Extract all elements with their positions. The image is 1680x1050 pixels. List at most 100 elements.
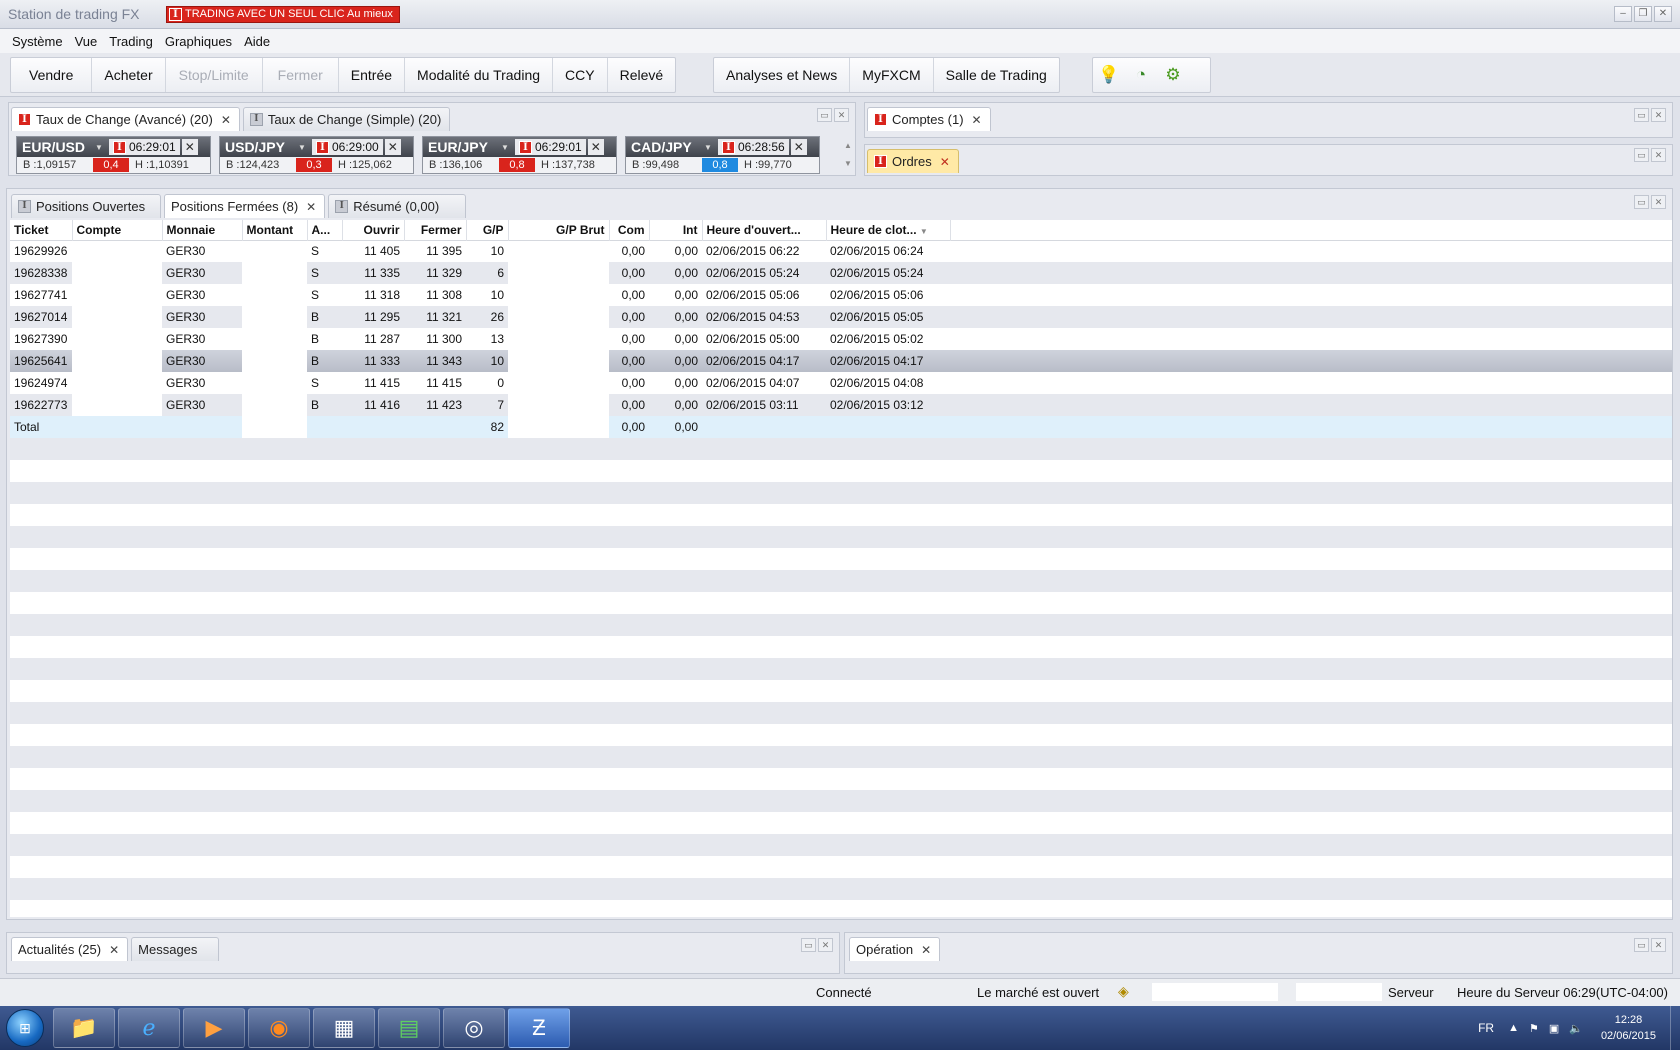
minimize-icon[interactable]: – (1614, 6, 1632, 22)
trading-room-button[interactable]: Salle de Trading (934, 58, 1059, 92)
close-icon[interactable]: ✕ (834, 108, 849, 122)
tray-expand-icon[interactable]: ▲ (1508, 1022, 1519, 1034)
maximize-icon[interactable]: ▭ (1634, 108, 1649, 122)
col-side[interactable]: A... (307, 220, 343, 240)
menu-systeme[interactable]: Système (6, 34, 69, 49)
maximize-icon[interactable]: ▭ (1634, 148, 1649, 162)
col-ticket[interactable]: Ticket (10, 220, 73, 240)
tab-rates-advanced[interactable]: I Taux de Change (Avancé) (20) ✕ (11, 107, 240, 131)
analysis-news-button[interactable]: Analyses et News (714, 58, 851, 92)
col-gp-gross[interactable]: G/P Brut (508, 220, 610, 240)
menu-vue[interactable]: Vue (69, 34, 104, 49)
ticker-eur-jpy[interactable]: EUR/JPY ▼ I 06:29:01 ✕ B :136,106 0,8 H :… (422, 136, 617, 174)
calculator-icon[interactable]: ▦ (313, 1008, 375, 1048)
table-row[interactable]: 19627390 GER30 B 11 287 11 300 13 0,00 0,00 02/0… (10, 328, 1672, 350)
media-player-icon[interactable]: ▶ (183, 1008, 245, 1048)
sell-button[interactable]: Vendre (11, 58, 93, 92)
ticker-eur-usd[interactable]: EUR/USD ▼ I 06:29:01 ✕ B :1,09157 0,4 H :… (16, 136, 211, 174)
spreadsheet-icon[interactable]: ▤ (378, 1008, 440, 1048)
start-button[interactable]: ⊞ (0, 1006, 50, 1050)
tab-news[interactable]: Actualités (25) ✕ (11, 937, 129, 961)
table-row[interactable]: 19627014 GER30 B 11 295 11 321 26 0,00 0,00 02/0… (10, 306, 1672, 328)
maximize-icon[interactable]: ▭ (1634, 938, 1649, 952)
chevron-down-icon[interactable]: ▼ (298, 143, 312, 152)
col-close-time[interactable]: Heure de clot... ▼ (826, 220, 951, 240)
col-open-time[interactable]: Heure d'ouvert... (702, 220, 827, 240)
col-commission[interactable]: Com (609, 220, 650, 240)
ccy-button[interactable]: CCY (553, 58, 608, 92)
maximize-icon[interactable]: ▭ (817, 108, 832, 122)
maximize-icon[interactable]: ▭ (801, 938, 816, 952)
maximize-icon[interactable]: ▭ (1634, 195, 1649, 209)
col-interest[interactable]: Int (649, 220, 703, 240)
tab-orders[interactable]: I Ordres ✕ (867, 149, 959, 173)
close-tab-icon[interactable]: ✕ (972, 113, 982, 127)
col-currency[interactable]: Monnaie (162, 220, 243, 240)
buy-button[interactable]: Acheter (92, 58, 166, 92)
table-row[interactable]: 19622773 GER30 B 11 416 11 423 7 0,00 0,00 02/06… (10, 394, 1672, 416)
menu-trading[interactable]: Trading (103, 34, 159, 49)
table-row[interactable]: 19625641 GER30 B 11 333 11 343 10 0,00 0,00 02/0… (10, 350, 1672, 372)
close-icon[interactable]: ✕ (1651, 195, 1666, 209)
close-icon[interactable]: ✕ (1651, 148, 1666, 162)
close-icon[interactable]: ✕ (1651, 108, 1666, 122)
close-icon[interactable]: ✕ (818, 938, 833, 952)
close-tab-icon[interactable]: ✕ (921, 943, 931, 957)
ticker-cad-jpy[interactable]: CAD/JPY ▼ I 06:28:56 ✕ B :99,498 0,8 H :9… (625, 136, 820, 174)
trading-mode-button[interactable]: Modalité du Trading (405, 58, 554, 92)
table-row[interactable]: 19627741 GER30 S 11 318 11 308 10 0,00 0,00 02/0… (10, 284, 1672, 306)
close-tab-icon[interactable]: ✕ (221, 113, 231, 127)
firefox-icon[interactable]: ◉ (248, 1008, 310, 1048)
internet-explorer-icon[interactable]: ℯ (118, 1008, 180, 1048)
close-icon[interactable]: ✕ (384, 139, 401, 155)
close-icon[interactable]: ✕ (587, 139, 604, 155)
tab-rates-simple[interactable]: I Taux de Change (Simple) (20) (242, 107, 451, 131)
tab-closed-positions[interactable]: Positions Fermées (8) ✕ (164, 194, 326, 218)
one-click-trading-banner[interactable]: I TRADING AVEC UN SEUL CLIC Au mieux (166, 6, 400, 23)
statement-button[interactable]: Relevé (608, 58, 676, 92)
tab-messages[interactable]: Messages (131, 937, 220, 961)
show-desktop-button[interactable] (1670, 1006, 1680, 1050)
col-open[interactable]: Ouvrir (342, 220, 405, 240)
network-icon[interactable]: ▣ (1549, 1022, 1559, 1035)
table-row[interactable]: 19628338 GER30 S 11 335 11 329 6 0,00 0,00 02/06… (10, 262, 1672, 284)
close-icon[interactable]: ✕ (181, 139, 198, 155)
flag-icon[interactable]: ⚑ (1529, 1022, 1539, 1035)
chevron-down-icon[interactable]: ▼ (95, 143, 109, 152)
close-icon[interactable]: ✕ (1651, 938, 1666, 952)
lightbulb-icon[interactable]: 💡 (1093, 58, 1125, 92)
ticker-usd-jpy[interactable]: USD/JPY ▼ I 06:29:00 ✕ B :124,423 0,3 H :… (219, 136, 414, 174)
close-icon[interactable]: ✕ (1654, 6, 1672, 22)
table-row[interactable]: 19629926 GER30 S 11 405 11 395 10 0,00 0,00 02/0… (10, 240, 1672, 262)
col-amount[interactable]: Montant (242, 220, 308, 240)
entry-order-button[interactable]: Entrée (339, 58, 406, 92)
ticker-scroll[interactable]: ▲ ▼ (841, 137, 855, 175)
volume-icon[interactable]: 🔈 (1569, 1022, 1583, 1035)
close-icon[interactable]: ✕ (790, 139, 807, 155)
stop-limit-button[interactable]: Stop/Limite (166, 58, 263, 92)
menu-aide[interactable]: Aide (238, 34, 276, 49)
language-indicator[interactable]: FR (1478, 1021, 1494, 1035)
col-account[interactable]: Compte (72, 220, 163, 240)
explorer-icon[interactable]: 📁 (53, 1008, 115, 1048)
close-tab-icon[interactable]: ✕ (109, 943, 119, 957)
close-tab-icon[interactable]: ✕ (940, 155, 950, 169)
tab-summary[interactable]: I Résumé (0,00) (328, 194, 467, 218)
col-gp[interactable]: G/P (466, 220, 509, 240)
tab-operation[interactable]: Opération ✕ (849, 937, 941, 961)
myfxcm-button[interactable]: MyFXCM (850, 58, 934, 92)
col-close[interactable]: Fermer (404, 220, 467, 240)
clock[interactable]: 12:28 02/06/2015 (1601, 1012, 1656, 1044)
close-tab-icon[interactable]: ✕ (306, 200, 316, 214)
table-row[interactable]: 19624974 GER30 S 11 415 11 415 0 0,00 0,00 02/06… (10, 372, 1672, 394)
steam-icon[interactable]: ◎ (443, 1008, 505, 1048)
menu-graphiques[interactable]: Graphiques (159, 34, 238, 49)
gear-icon[interactable]: ⚙ (1157, 58, 1189, 92)
clock-refresh-icon[interactable]: ◔ (1125, 58, 1157, 92)
tab-accounts[interactable]: I Comptes (1) ✕ (867, 107, 991, 131)
trading-station-icon[interactable]: Ƶ (508, 1008, 570, 1048)
close-position-button[interactable]: Fermer (263, 58, 339, 92)
chevron-down-icon[interactable]: ▼ (501, 143, 515, 152)
chevron-down-icon[interactable]: ▼ (704, 143, 718, 152)
tab-open-positions[interactable]: I Positions Ouvertes (11, 194, 161, 218)
